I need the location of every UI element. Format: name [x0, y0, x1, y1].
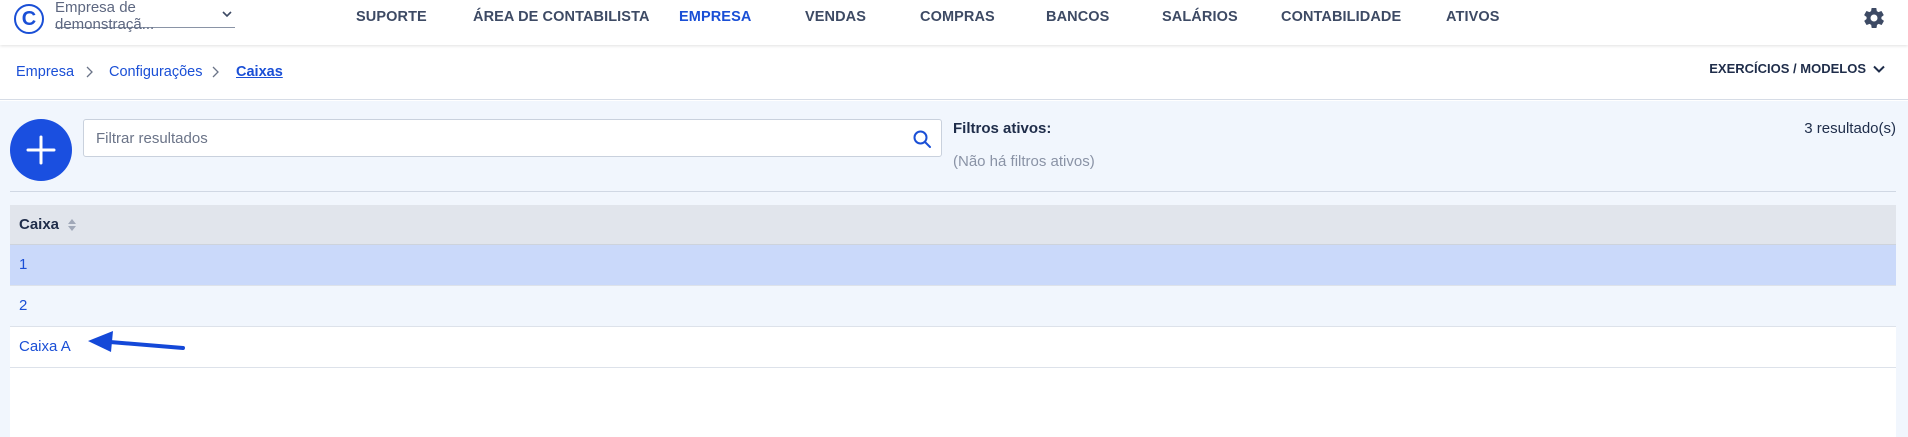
nav-item-area-contabilista[interactable]: ÁREA DE CONTABILISTA: [473, 9, 650, 25]
nav-item-suporte[interactable]: SUPORTE: [356, 9, 427, 25]
annotation-arrow-icon: [88, 331, 185, 352]
breadcrumb-bar: Empresa Configurações Caixas EXERCÍCIOS …: [0, 45, 1908, 100]
table-cell-caixa[interactable]: 1: [19, 256, 27, 273]
nav-item-bancos[interactable]: BANCOS: [1046, 9, 1109, 25]
chevron-right-icon: [86, 66, 93, 78]
sort-icon[interactable]: [66, 217, 78, 233]
nav-item-compras[interactable]: COMPRAS: [920, 9, 995, 25]
nav-item-vendas[interactable]: VENDAS: [805, 9, 866, 25]
exercises-models-label: EXERCÍCIOS / MODELOS: [1709, 61, 1866, 76]
table-row[interactable]: 1: [10, 245, 1896, 286]
logo-letter: C: [21, 8, 37, 30]
breadcrumb-empresa[interactable]: Empresa: [16, 64, 74, 80]
table-cell-caixa[interactable]: Caixa A: [19, 338, 71, 355]
results-count: 3 resultado(s): [1804, 120, 1896, 137]
breadcrumb-configuracoes[interactable]: Configurações: [109, 64, 203, 80]
table-row[interactable]: Caixa A: [10, 327, 1896, 368]
nav-item-ativos[interactable]: ATIVOS: [1446, 9, 1500, 25]
divider: [10, 191, 1896, 192]
company-selector[interactable]: Empresa de demonstraçã...: [55, 0, 235, 33]
caixas-table: Caixa 1 2 Caixa A: [10, 205, 1896, 437]
search-box: [83, 119, 942, 157]
nav-item-empresa[interactable]: EMPRESA: [679, 9, 751, 25]
gear-icon[interactable]: [1862, 6, 1886, 30]
breadcrumb-caixas[interactable]: Caixas: [236, 64, 283, 80]
top-bar: C Empresa de demonstraçã... SUPORTE ÁREA…: [0, 0, 1908, 45]
company-selector-value: Empresa de demonstraçã...: [55, 0, 155, 33]
plus-icon: [26, 135, 56, 165]
table-row[interactable]: 2: [10, 286, 1896, 327]
active-filters-title: Filtros ativos:: [953, 120, 1052, 137]
chevron-down-icon: [1873, 65, 1885, 73]
table-cell-caixa[interactable]: 2: [19, 297, 27, 314]
table-header: Caixa: [10, 205, 1896, 245]
nav-item-contabilidade[interactable]: CONTABILIDADE: [1281, 9, 1401, 25]
app-logo[interactable]: C: [14, 4, 44, 34]
active-filters-empty: (Não há filtros ativos): [953, 153, 1095, 170]
search-icon[interactable]: [912, 129, 932, 149]
main-content: Filtros ativos: (Não há filtros ativos) …: [0, 101, 1908, 437]
search-input[interactable]: [96, 120, 896, 156]
add-button[interactable]: [10, 119, 72, 181]
chevron-right-icon: [212, 66, 219, 78]
column-header-caixa[interactable]: Caixa: [19, 216, 59, 233]
exercises-models-menu[interactable]: EXERCÍCIOS / MODELOS: [1709, 61, 1886, 76]
chevron-down-icon: [222, 11, 232, 18]
nav-item-salarios[interactable]: SALÁRIOS: [1162, 9, 1238, 25]
